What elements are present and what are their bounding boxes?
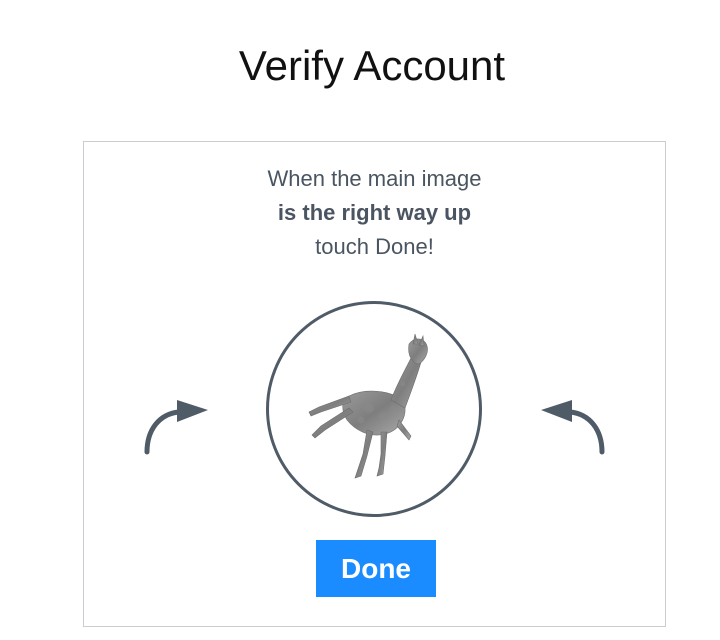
instruction-line-1: When the main image [267,166,482,191]
verification-card: When the main image is the right way up … [83,141,666,627]
instruction-line-3: touch Done! [315,234,434,259]
instructions: When the main image is the right way up … [84,162,665,264]
page-title: Verify Account [238,42,506,89]
instruction-line-2: is the right way up [277,200,472,225]
giraffe-image [308,333,428,479]
rotate-left-arrow-icon [144,400,208,455]
main-image-circle [266,301,482,517]
rotate-right-arrow-icon [541,400,605,455]
rotate-right-button[interactable] [534,394,614,458]
done-button[interactable]: Done [316,540,436,597]
rotate-left-button[interactable] [135,394,215,458]
